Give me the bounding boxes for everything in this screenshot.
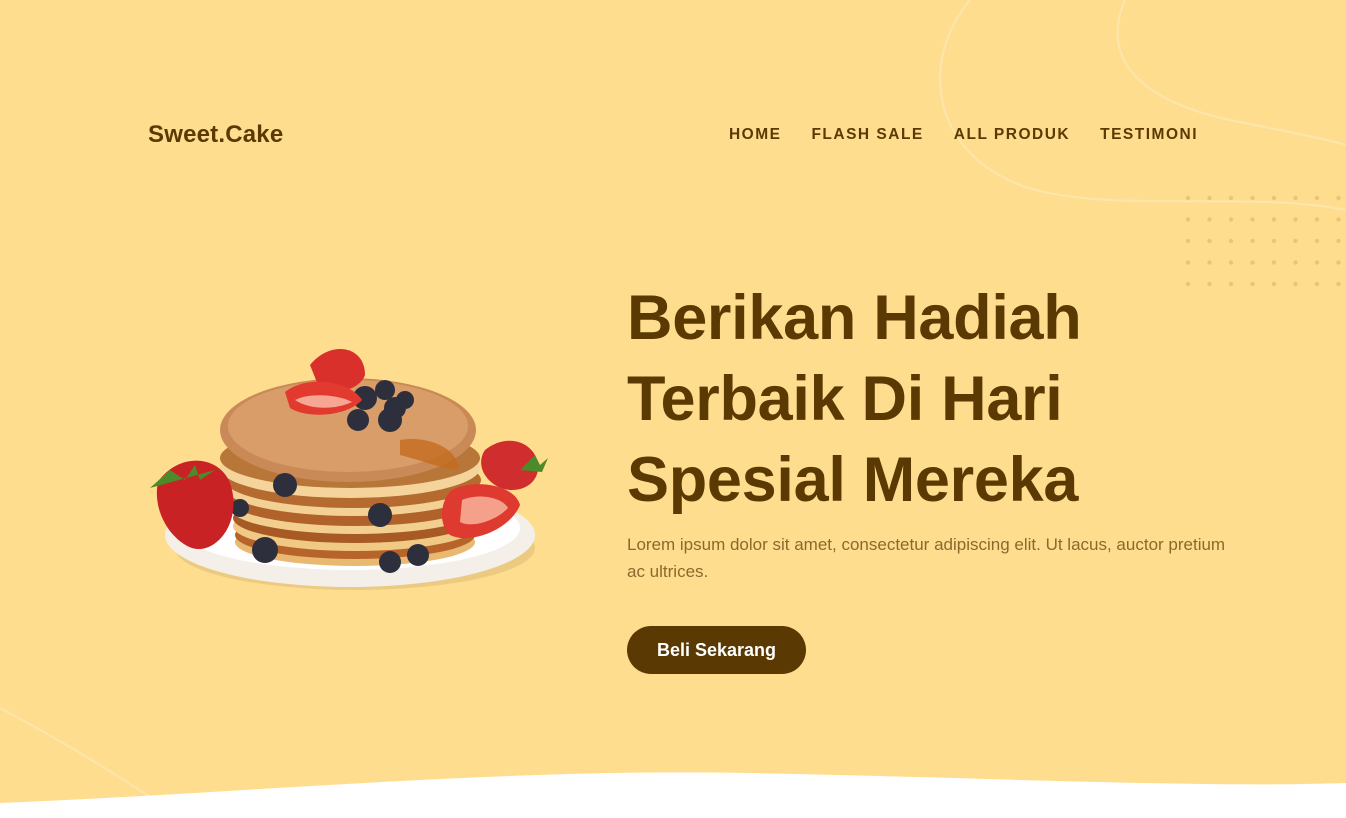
decor-dot bbox=[1293, 281, 1298, 287]
decor-dot bbox=[1250, 238, 1255, 244]
decor-dot bbox=[1336, 260, 1341, 265]
decor-dot bbox=[1314, 217, 1320, 222]
decor-dot bbox=[1336, 281, 1341, 287]
decor-dot bbox=[1207, 238, 1212, 244]
decor-dot bbox=[1314, 260, 1320, 265]
main-nav: HOME FLASH SALE ALL PRODUK TESTIMONI bbox=[729, 126, 1198, 144]
decor-dot bbox=[1336, 238, 1341, 244]
decor-dot bbox=[1228, 260, 1234, 265]
pancake-stack-image bbox=[150, 348, 548, 590]
decor-dot bbox=[1207, 260, 1212, 265]
decor-dot bbox=[1314, 195, 1320, 201]
hero-description: Lorem ipsum dolor sit amet, consectetur … bbox=[627, 535, 1226, 581]
beli-sekarang-button[interactable]: Beli Sekarang bbox=[627, 626, 806, 674]
decor-dot bbox=[1207, 217, 1212, 222]
decor-dot bbox=[1271, 260, 1277, 265]
nav-item-testimoni[interactable]: TESTIMONI bbox=[1100, 126, 1198, 144]
nav-item-flash-sale[interactable]: FLASH SALE bbox=[811, 126, 923, 144]
dot-grid-decoration bbox=[1185, 195, 1341, 287]
decor-dot bbox=[1271, 195, 1277, 201]
bottom-wave-divider bbox=[0, 772, 1346, 818]
headline-line-3: Spesial Mereka bbox=[627, 445, 1079, 515]
hero-headline: Berikan Hadiah Terbaik Di Hari Spesial M… bbox=[627, 278, 1247, 521]
decor-dot bbox=[1271, 281, 1277, 287]
decor-dot bbox=[1293, 217, 1298, 222]
decor-dot bbox=[1293, 260, 1298, 265]
brand-logo[interactable]: Sweet.Cake bbox=[148, 121, 283, 149]
decor-dot bbox=[1336, 195, 1341, 201]
headline-line-2: Terbaik Di Hari bbox=[627, 364, 1063, 434]
decor-dot bbox=[1271, 238, 1277, 244]
decor-dot bbox=[1314, 238, 1320, 244]
decor-dot bbox=[1228, 238, 1234, 244]
decor-dot bbox=[1228, 195, 1234, 201]
decor-dot bbox=[1271, 217, 1277, 222]
hero-section: Sweet.Cake HOME FLASH SALE ALL PRODUK TE… bbox=[0, 0, 1346, 818]
decor-dot bbox=[1228, 217, 1234, 222]
decor-dot bbox=[1250, 195, 1255, 201]
decor-dot bbox=[1293, 238, 1298, 244]
headline-line-1: Berikan Hadiah bbox=[627, 283, 1082, 353]
decor-dot bbox=[1250, 260, 1255, 265]
decor-dot bbox=[1185, 195, 1191, 201]
decor-dot bbox=[1250, 281, 1255, 287]
decor-dot bbox=[1207, 195, 1212, 201]
decor-dot bbox=[1336, 217, 1341, 222]
decor-dot bbox=[1185, 238, 1191, 244]
decor-dot bbox=[1250, 217, 1255, 222]
nav-item-home[interactable]: HOME bbox=[729, 126, 782, 144]
decor-dot bbox=[1314, 281, 1320, 287]
decor-dot bbox=[1185, 260, 1191, 265]
nav-item-all-produk[interactable]: ALL PRODUK bbox=[954, 126, 1070, 144]
decor-dot bbox=[1185, 217, 1191, 222]
decor-dot bbox=[1293, 195, 1298, 201]
